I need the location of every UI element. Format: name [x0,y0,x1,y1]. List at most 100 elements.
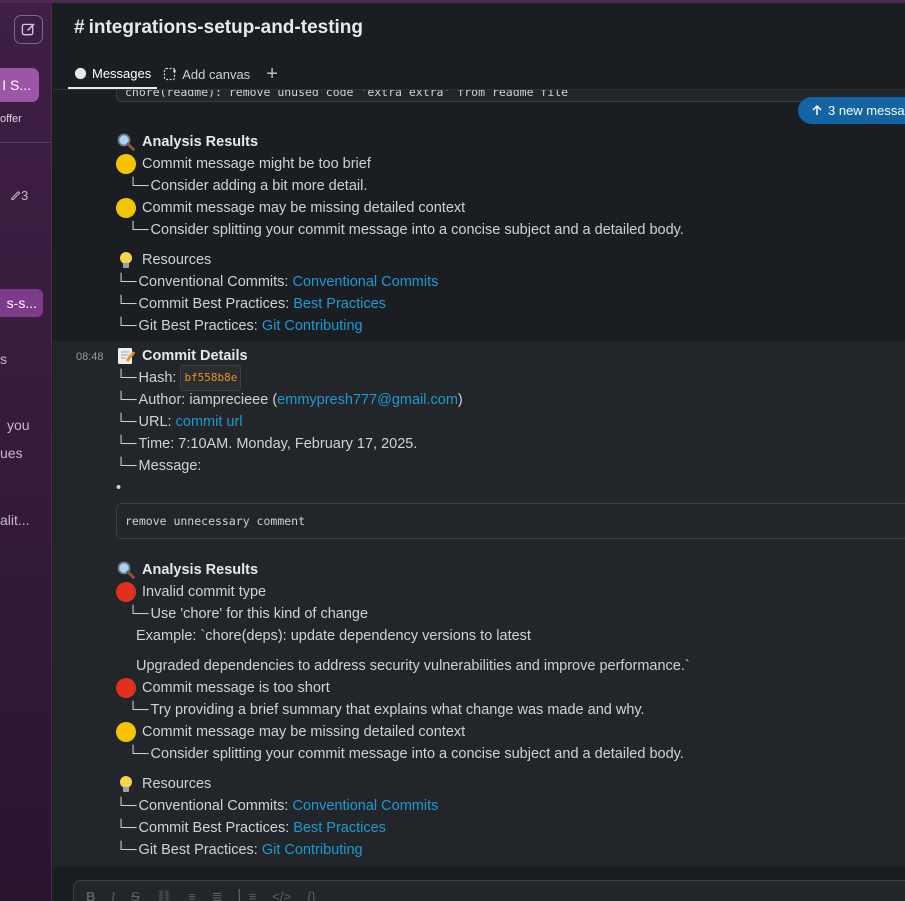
resources-title: Resources [142,776,212,792]
lightbulb-icon [120,252,132,268]
tree-branch: └─ [116,842,137,858]
tree-branch: └─ [116,296,137,312]
resource-link[interactable]: Best Practices [293,817,386,839]
resource-link[interactable]: Git Contributing [262,839,363,861]
tab-messages-label: Messages [92,65,152,81]
tree-branch: └─ [116,392,137,408]
yellow-circle-icon [116,722,136,742]
issue-detail-row: └─ Try providing a brief summary that ex… [128,699,645,721]
tree-branch: └─ [116,318,137,334]
italic-icon[interactable]: I [111,889,115,901]
workspace-sidebar: I S... offer 3 s-s... s you ues alit... [0,3,52,901]
analysis-title-row: Analysis Results [116,559,258,581]
arrow-up-icon [812,105,822,115]
compose-button[interactable] [14,15,43,44]
resource-row: └─ Commit Best Practices: Best Practices [116,293,386,315]
tree-branch: └─ [116,798,137,814]
resource-label: Conventional Commits: [138,798,289,814]
red-circle-icon [116,678,136,698]
resource-link[interactable]: Conventional Commits [292,271,438,293]
commit-title: Commit Details [142,348,248,364]
hash-label: Hash: [138,370,177,386]
issue-row: Commit message may be missing detailed c… [116,721,465,743]
canvas-icon [164,67,177,81]
sidebar-item-1[interactable]: s [0,351,7,367]
add-tab-button[interactable]: + [256,63,288,86]
issue-text: Commit message may be missing detailed c… [142,200,466,216]
time-row: └─ Time: 7:10AM. Monday, February 17, 20… [116,433,417,455]
issue-row: Commit message is too short [116,677,330,699]
sidebar-item-3[interactable]: ues [0,445,23,461]
channel-title[interactable]: # integrations-setup-and-testing [74,17,363,39]
link-icon[interactable]: ⛓ [156,889,173,901]
resource-link[interactable]: Conventional Commits [292,795,438,817]
tab-add-canvas-label: Add canvas [182,66,251,82]
sidebar-promo-label: I S... [2,77,31,93]
resource-link[interactable]: Git Contributing [262,315,363,337]
strikethrough-icon[interactable]: S [131,889,140,901]
issue-text: Commit message may be missing detailed c… [142,724,466,740]
sidebar-promo-pill[interactable]: I S... [0,68,39,102]
issue-text: Commit message is too short [142,680,330,696]
time-text: Time: 7:10AM. Monday, February 17, 2025. [138,436,418,452]
hash-row: └─ Hash: bf558b8e [116,365,242,391]
issue-example: Example: `chore(deps): update dependency… [136,628,531,644]
sidebar-item-4[interactable]: alit... [0,512,30,528]
sidebar-divider [0,142,51,143]
hash-value: bf558b8e [180,365,242,391]
resource-row: └─ Commit Best Practices: Best Practices [116,817,386,839]
yellow-circle-icon [116,154,136,174]
yellow-circle-icon [116,198,136,218]
message-block-2[interactable]: 08:48 Commit Details └─ Hash: bf558b8e └… [53,341,905,866]
ordered-list-icon[interactable]: ≡ [188,889,196,901]
sidebar-drafts-count[interactable]: 3 [10,188,28,203]
code-block-icon[interactable]: {} [307,889,316,901]
channel-view: # integrations-setup-and-testing Message… [53,3,905,901]
new-messages-label: 3 new messages [828,103,905,118]
issue-row: Commit message might be too brief [116,153,371,175]
analysis-title: Analysis Results [142,562,259,578]
message-timestamp[interactable]: 08:48 [76,351,104,363]
sidebar-item-active-channel[interactable]: s-s... [0,289,43,317]
formatting-toolbar: B I S ⛓ ≡ ≣ ▏≡ </> {} [86,889,316,901]
issue-row: Invalid commit type [116,581,266,603]
issue-detail-row: └─ Use 'chore' for this kind of change [128,603,368,625]
author-close: ) [457,392,463,408]
sidebar-item-2[interactable]: you [7,417,30,433]
author-email-link[interactable]: emmypresh777@gmail.com [277,389,458,411]
new-messages-button[interactable]: 3 new messages [798,97,905,124]
magnifier-icon [117,133,135,151]
tab-add-canvas[interactable]: Add canvas [157,59,256,89]
commit-url-link[interactable]: commit url [176,411,243,433]
issue-detail: Use 'chore' for this kind of change [150,606,369,622]
message-bubble-icon [74,67,87,79]
channel-hash: # [74,17,85,38]
bold-icon[interactable]: B [86,889,95,901]
tree-branch: └─ [128,222,149,238]
resources-title-row: Resources [116,773,211,795]
channel-name: integrations-setup-and-testing [88,17,364,38]
message-composer[interactable]: B I S ⛓ ≡ ≣ ▏≡ </> {} [73,880,905,901]
partial-code-block: chore(readme): remove unused code 'extra… [116,90,905,102]
resource-link[interactable]: Best Practices [293,293,386,315]
issue-text: Commit message might be too brief [142,156,371,172]
code-icon[interactable]: </> [272,889,291,901]
issue-row: Commit message may be missing detailed c… [116,197,465,219]
issue-detail-row: └─ Consider splitting your commit messag… [128,219,684,241]
channel-header: # integrations-setup-and-testing Message… [53,3,905,90]
drafts-count-label: 3 [21,188,29,203]
compose-icon [21,23,35,36]
resource-label: Git Best Practices: [138,842,258,858]
resource-row: └─ Conventional Commits: Conventional Co… [116,795,438,817]
memo-icon [118,348,136,364]
resources-title-row: Resources [116,249,211,271]
author-row: └─ Author: iamprecieee ( emmypresh777@gm… [116,389,463,411]
pencil-icon [11,191,21,201]
tree-branch: └─ [116,414,137,430]
bullet-list-icon[interactable]: ≣ [212,889,223,901]
message-list: chore(readme): remove unused code 'extra… [53,90,905,866]
tab-messages[interactable]: Messages [68,59,158,89]
resource-label: Commit Best Practices: [138,820,290,836]
blockquote-icon[interactable]: ▏≡ [239,889,257,901]
resource-row: └─ Git Best Practices: Git Contributing [116,839,363,861]
